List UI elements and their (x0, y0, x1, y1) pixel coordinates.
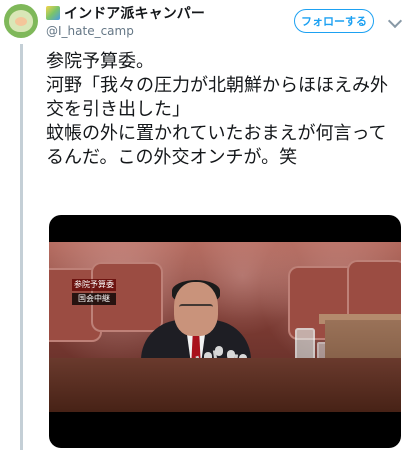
flag-emoji-icon (46, 6, 60, 20)
thread-line (20, 44, 23, 450)
tweet-media-image[interactable]: 参院予算委 国会中継 (49, 215, 401, 448)
video-caption-top: 参院予算委 (72, 279, 116, 291)
tweet-text: 参院予算委。 河野「我々の圧力が北朝鮮からほほえみ外交を引き出した」 蚊帳の外に… (46, 50, 402, 170)
author-display-name[interactable]: インドア派キャンパー (64, 3, 205, 23)
tweet-line-1: 参院予算委。 (46, 51, 154, 72)
tweet-line-3: 蚊帳の外に置かれていたおまえが何言ってるんだ。この外交オンチが。笑 (46, 123, 387, 168)
parliament-scene: 参院予算委 国会中継 (49, 242, 401, 412)
tweet-line-2: 河野「我々の圧力が北朝鮮からほほえみ外交を引き出した」 (46, 75, 388, 120)
microphone-head (215, 346, 223, 356)
video-caption-bottom: 国会中継 (72, 293, 116, 305)
author-avatar[interactable] (4, 4, 38, 38)
speaker-glasses (179, 304, 213, 312)
water-pitcher (295, 328, 315, 362)
follow-button[interactable]: フォローする (294, 9, 374, 33)
avatar-face (15, 17, 27, 26)
foreground-desk (49, 358, 401, 412)
